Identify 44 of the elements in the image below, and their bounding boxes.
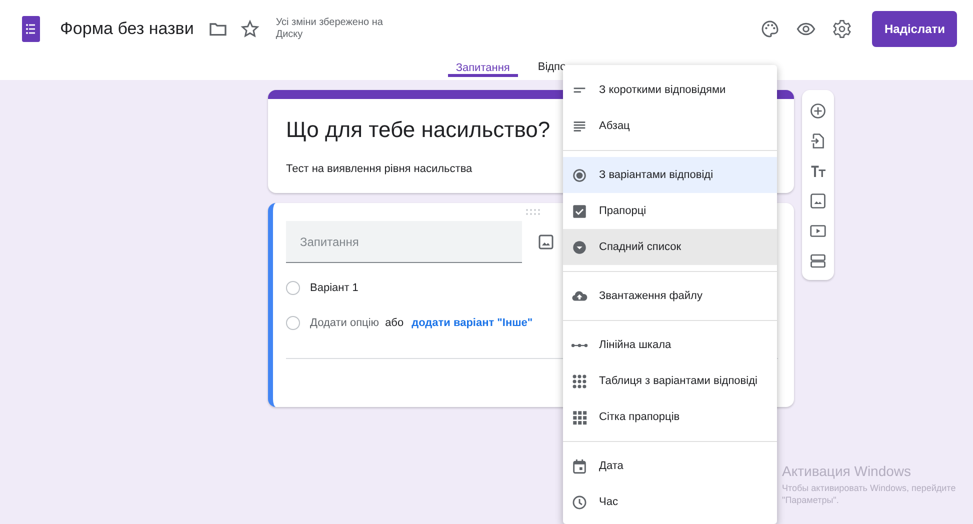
menu-item[interactable]: Спадний список — [563, 229, 777, 265]
radio-circle — [286, 316, 300, 330]
image-icon[interactable] — [538, 234, 554, 250]
or-label: або — [385, 317, 404, 329]
image-icon[interactable] — [809, 192, 827, 210]
menu-item[interactable]: З короткими відповідями — [563, 72, 777, 108]
activation-title: Активация Windows — [782, 463, 912, 479]
menu-item[interactable]: Звантаження файлу — [563, 278, 777, 314]
settings-icon[interactable] — [832, 19, 852, 39]
menu-item[interactable]: Прапорці — [563, 193, 777, 229]
clock-icon — [571, 494, 588, 510]
add-option-link[interactable]: Додати опцію — [310, 317, 380, 329]
question-field[interactable]: Запитання — [286, 221, 522, 263]
checkbox-icon — [571, 202, 588, 220]
menu-item[interactable]: Таблиця з варіантами відповіді — [563, 363, 777, 399]
section-icon[interactable] — [809, 252, 827, 270]
menu-item[interactable]: Сітка прапорців — [563, 399, 777, 435]
add-other-link[interactable]: додати варіант "Інше" — [412, 317, 533, 329]
forms-logo-icon[interactable] — [22, 16, 40, 42]
menu-item[interactable]: Час — [563, 484, 777, 520]
video-icon[interactable] — [809, 222, 827, 240]
radio-icon — [571, 166, 588, 184]
menu-item[interactable]: Дата — [563, 448, 777, 484]
radio-circle[interactable] — [286, 281, 300, 295]
menu-item[interactable]: З варіантами відповіді — [563, 157, 777, 193]
menu-item[interactable]: Абзац — [563, 108, 777, 144]
square-grid-icon — [571, 408, 588, 426]
menu-item[interactable]: Лінійна шкала — [563, 327, 777, 363]
activation-text: "Параметры". — [782, 494, 840, 506]
tab[interactable]: Запитання — [448, 58, 518, 77]
form-title[interactable]: Форма без назви — [60, 19, 194, 39]
send-button[interactable]: Надіслати — [872, 11, 957, 47]
option-label[interactable]: Варіант 1 — [310, 282, 358, 294]
palette-icon[interactable] — [760, 19, 780, 39]
star-icon[interactable] — [240, 19, 260, 39]
drag-handle-icon[interactable] — [526, 209, 540, 215]
calendar-icon — [571, 458, 588, 474]
activation-text: Чтобы активировать Windows, перейдите — [782, 482, 956, 494]
dropdown-icon — [571, 238, 588, 256]
dot-grid-icon — [571, 372, 588, 390]
save-status: Усі зміни збережено на Диску — [276, 17, 384, 41]
import-icon[interactable] — [809, 132, 827, 150]
add-circle-icon[interactable] — [809, 102, 827, 120]
linear-scale-icon — [571, 342, 588, 348]
